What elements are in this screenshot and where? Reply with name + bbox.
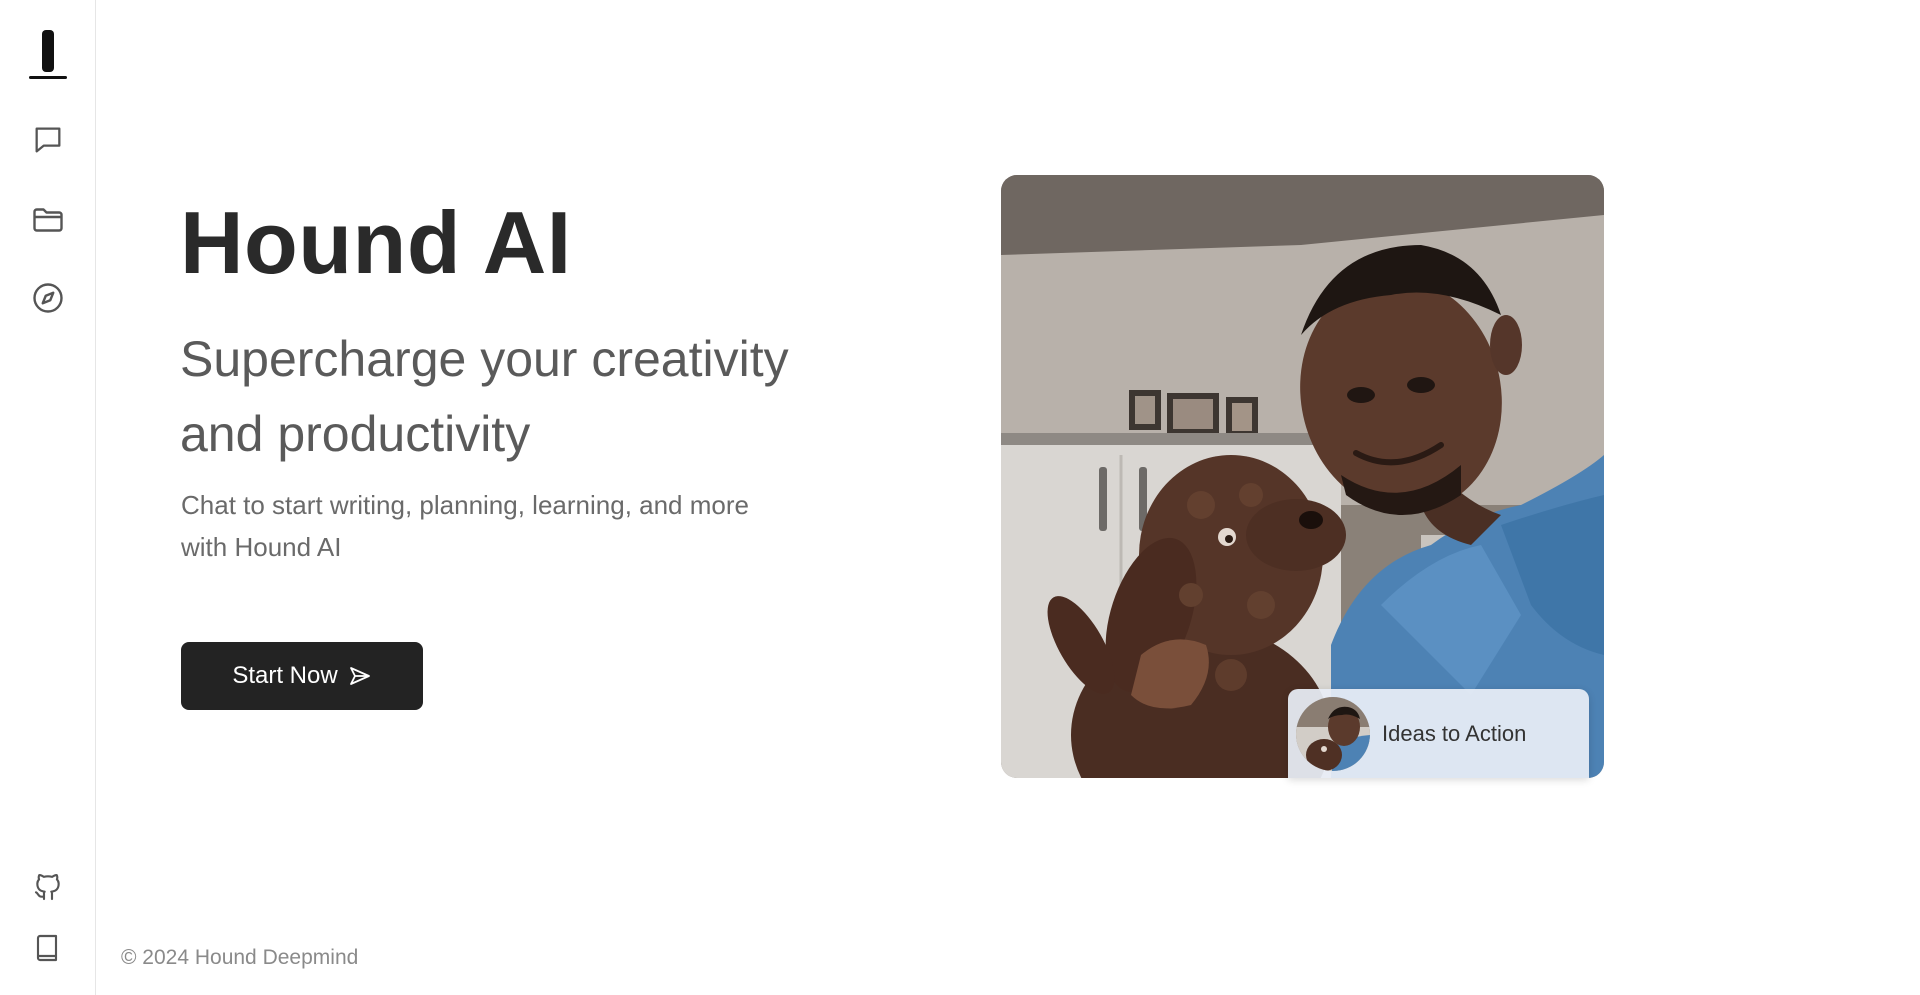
copyright-text: © 2024 Hound Deepmind	[121, 946, 359, 969]
sidebar	[0, 0, 96, 995]
compass-icon[interactable]	[24, 274, 72, 322]
hero-image	[1001, 175, 1604, 778]
caption-label: Ideas to Action	[1382, 720, 1527, 746]
folder-icon[interactable]	[24, 196, 72, 244]
hound-logo-icon[interactable]	[24, 24, 72, 84]
app-root: Hound AI Supercharge your creativity and…	[0, 0, 1920, 995]
chat-bubble-icon[interactable]	[24, 116, 72, 164]
start-now-button[interactable]: Start Now	[181, 642, 423, 710]
start-now-label: Start Now	[232, 662, 338, 689]
hero-subtitle: Supercharge your creativity and producti…	[180, 331, 789, 462]
avatar	[1296, 696, 1370, 771]
send-icon	[348, 664, 372, 688]
hero-description: Chat to start writing, planning, learnin…	[181, 490, 749, 562]
book-icon[interactable]	[24, 924, 72, 972]
github-icon[interactable]	[24, 863, 72, 911]
page-title: Hound AI	[180, 193, 572, 292]
caption-chip: Ideas to Action	[1288, 689, 1589, 778]
